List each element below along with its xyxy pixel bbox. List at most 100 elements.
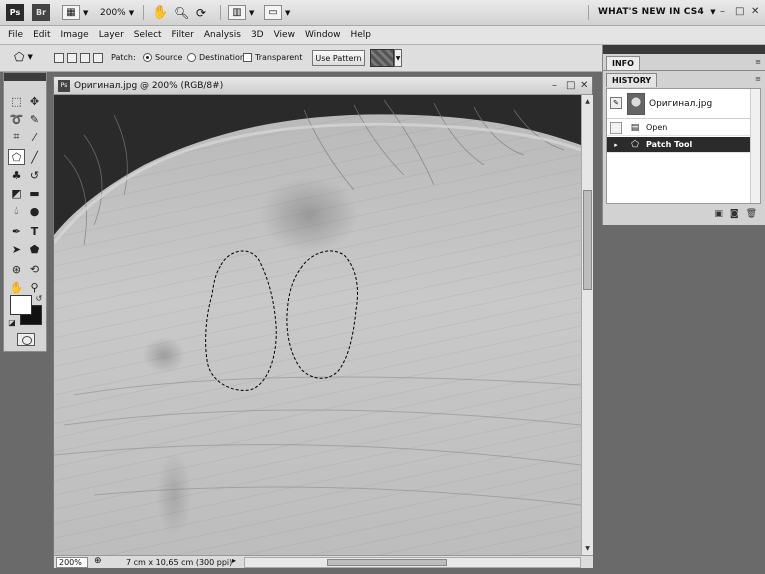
zoom-level-dropdown[interactable]: 200% ▼	[100, 4, 134, 21]
foreground-color-swatch[interactable]	[10, 295, 32, 315]
snapshot-row[interactable]: ✎ Оригинал.jpg	[607, 89, 760, 119]
menu-window[interactable]: Window	[305, 30, 341, 40]
move-tool-icon[interactable]: ✥	[26, 93, 43, 109]
horizontal-scroll-thumb[interactable]	[327, 559, 447, 566]
quick-selection-tool-icon[interactable]: ✎	[26, 111, 43, 127]
scroll-down-icon[interactable]: ▼	[583, 543, 592, 553]
screen-mode-icon: ▭	[264, 5, 282, 20]
doc-close-button[interactable]: ✕	[580, 80, 588, 91]
pattern-picker-dropdown[interactable]: ▼	[394, 49, 402, 67]
add-to-selection-mode[interactable]	[67, 53, 77, 63]
gradient-tool-icon[interactable]: ▬	[26, 185, 43, 201]
trash-icon[interactable]: 🗑︎	[746, 209, 757, 219]
lasso-tool-icon[interactable]: ➰	[8, 111, 25, 127]
radio-icon	[187, 53, 196, 62]
menu-edit[interactable]: Edit	[33, 30, 50, 40]
zoom-tool-icon[interactable]: 🔍︎	[174, 4, 189, 21]
menu-3d[interactable]: 3D	[251, 30, 264, 40]
zoom-field[interactable]: 200%	[56, 557, 88, 568]
status-bar: 200% ⊕ 7 cm x 10,65 cm (300 ppi) ▸	[54, 555, 593, 568]
doc-restore-button[interactable]: □	[566, 80, 575, 91]
destination-radio[interactable]: Destination	[187, 53, 245, 62]
snapshot-thumbnail	[627, 92, 645, 115]
history-item-open[interactable]: ▤ Open	[607, 120, 760, 136]
restore-button[interactable]: □	[735, 6, 744, 17]
history-scrollbar[interactable]	[750, 89, 760, 203]
quick-mask-button[interactable]	[17, 333, 35, 346]
path-selection-tool-icon[interactable]: ➤	[8, 241, 25, 257]
source-radio[interactable]: Source	[143, 53, 182, 62]
transparent-checkbox[interactable]: Transparent	[243, 53, 302, 62]
menu-select[interactable]: Select	[134, 30, 162, 40]
document-title: Оригинал.jpg @ 200% (RGB/8#)	[74, 80, 224, 91]
marquee-tool-icon[interactable]: ⬚	[8, 93, 25, 109]
menu-file[interactable]: File	[8, 30, 23, 40]
history-item-patch-tool[interactable]: ▸ ⬠ Patch Tool	[607, 137, 760, 153]
hand-tool-icon[interactable]: ✋	[152, 4, 168, 21]
crop-tool-icon[interactable]: ⌗	[8, 129, 25, 145]
3d-orbit-tool-icon[interactable]: ⟲	[26, 261, 43, 277]
swap-colors-icon[interactable]: ↺	[34, 293, 44, 303]
type-tool-icon[interactable]: T	[26, 223, 43, 239]
status-zoom-icon[interactable]: ⊕	[94, 556, 102, 566]
history-panel-menu-icon[interactable]: ≡	[755, 75, 761, 83]
arrange-documents-button[interactable]: ▥ ▼	[228, 4, 254, 21]
status-menu-icon[interactable]: ▸	[232, 556, 236, 565]
minimize-button[interactable]: –	[720, 6, 725, 17]
menu-analysis[interactable]: Analysis	[204, 30, 241, 40]
snapshot-label: Оригинал.jpg	[649, 98, 713, 109]
dodge-tool-icon[interactable]: ●	[26, 203, 43, 219]
menu-filter[interactable]: Filter	[172, 30, 194, 40]
default-colors-icon[interactable]: ◪	[7, 317, 17, 327]
close-button[interactable]: ✕	[751, 6, 759, 17]
image-canvas[interactable]	[54, 95, 581, 555]
tab-history[interactable]: HISTORY	[606, 73, 658, 87]
scroll-up-icon[interactable]: ▲	[583, 96, 592, 106]
3d-rotate-tool-icon[interactable]: ⊛	[8, 261, 25, 277]
view-extras-button[interactable]: ▦ ▼	[62, 4, 88, 21]
rotate-view-icon[interactable]: ⟳	[196, 4, 206, 21]
hand-tool-icon[interactable]: ✋	[8, 279, 25, 295]
history-source-checkbox[interactable]	[610, 121, 622, 134]
menu-image[interactable]: Image	[61, 30, 89, 40]
new-selection-mode[interactable]	[54, 53, 64, 63]
bridge-button[interactable]: Br	[32, 4, 50, 21]
panel-dock-header[interactable]	[603, 45, 765, 54]
menu-view[interactable]: View	[274, 30, 295, 40]
shape-tool-icon[interactable]: ⬟	[26, 241, 43, 257]
subtract-selection-mode[interactable]	[80, 53, 90, 63]
menu-help[interactable]: Help	[350, 30, 371, 40]
pattern-swatch[interactable]	[370, 49, 394, 67]
history-brush-tool-icon[interactable]: ↺	[26, 167, 43, 183]
arrange-documents-icon: ▥	[228, 5, 246, 20]
chevron-down-icon: ▼	[128, 8, 135, 17]
eyedropper-tool-icon[interactable]: ⁄	[26, 129, 43, 145]
intersect-selection-mode[interactable]	[93, 53, 103, 63]
info-panel-menu-icon[interactable]: ≡	[755, 58, 761, 66]
vertical-scroll-thumb[interactable]	[583, 190, 592, 290]
screen-mode-button[interactable]: ▭ ▼	[264, 4, 290, 21]
doc-minimize-button[interactable]: –	[552, 80, 557, 91]
brush-tool-icon[interactable]: ╱	[26, 149, 43, 165]
toolbox-header[interactable]	[4, 73, 46, 81]
new-snapshot-icon[interactable]: ◙	[730, 209, 739, 219]
horizontal-scrollbar[interactable]	[244, 557, 581, 568]
workspace-switcher[interactable]: WHAT'S NEW IN CS4 ▼	[598, 7, 716, 17]
menu-bar: File Edit Image Layer Select Filter Anal…	[0, 26, 765, 45]
history-state-marker-icon[interactable]: ▸	[610, 138, 622, 151]
tab-info[interactable]: INFO	[606, 56, 640, 70]
new-document-from-state-icon[interactable]: ▣	[714, 209, 723, 219]
vertical-scrollbar[interactable]: ▲ ▼	[581, 95, 593, 555]
eraser-tool-icon[interactable]: ◩	[8, 185, 25, 201]
pen-tool-icon[interactable]: ✒	[8, 223, 25, 239]
patch-tool-icon[interactable]: ⬠	[8, 149, 25, 165]
blur-tool-icon[interactable]: 💧︎	[8, 203, 25, 219]
history-source-brush-icon[interactable]: ✎	[610, 97, 622, 109]
document-title-bar[interactable]: Ps Оригинал.jpg @ 200% (RGB/8#)	[54, 77, 592, 95]
use-pattern-button[interactable]: Use Pattern	[312, 50, 365, 66]
clone-stamp-tool-icon[interactable]: ♣	[8, 167, 25, 183]
source-label: Source	[155, 53, 183, 62]
history-item-label: Open	[646, 123, 668, 132]
tool-preset-picker[interactable]: ⬠ ▼	[14, 50, 33, 64]
menu-layer[interactable]: Layer	[99, 30, 124, 40]
